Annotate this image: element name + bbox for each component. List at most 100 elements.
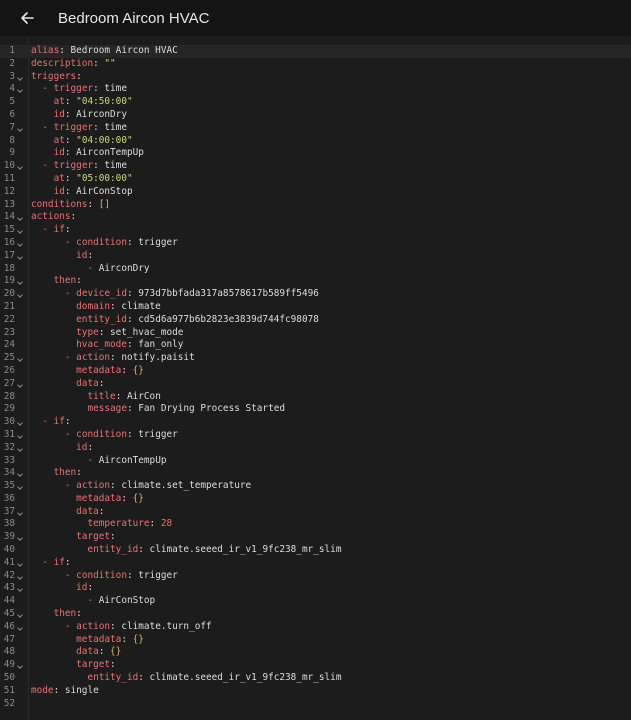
code-line[interactable]: 6 id: AirconDry (0, 109, 631, 122)
code-line[interactable]: 4 - trigger: time (0, 83, 631, 96)
back-button[interactable] (0, 0, 54, 36)
fold-chevron-icon[interactable] (17, 659, 26, 672)
code-line[interactable]: 18 - AirconDry (0, 263, 631, 276)
code-line[interactable]: 16 - condition: trigger (0, 237, 631, 250)
code-token: metadata (76, 364, 122, 376)
code-token: : (87, 441, 94, 453)
code-token: : fan_only (126, 339, 184, 351)
code-line[interactable]: 44 - AirConStop (0, 595, 631, 608)
code-line[interactable]: 21 domain: climate (0, 301, 631, 314)
code-line[interactable]: 9 id: AirconTempUp (0, 147, 631, 160)
code-line[interactable]: 26 metadata: {} (0, 365, 631, 378)
code-line[interactable]: 25 - action: notify.paisit (0, 352, 631, 365)
code-line[interactable]: 36 metadata: {} (0, 493, 631, 506)
code-token: temperature (87, 518, 150, 530)
code-token: : AirConStop (64, 185, 133, 197)
code-text: then: (31, 275, 82, 288)
code-line[interactable]: 22 entity_id: cd5d6a977b6b2823e3839d744f… (0, 314, 631, 327)
code-line[interactable]: 47 metadata: {} (0, 634, 631, 647)
code-line[interactable]: 31 - condition: trigger (0, 429, 631, 442)
code-line[interactable]: 34 then: (0, 467, 631, 480)
code-line[interactable]: 27 data: (0, 378, 631, 391)
code-token: title (87, 390, 116, 402)
code-token: AirconTempUp (98, 454, 167, 466)
code-line[interactable]: 50 entity_id: climate.seeed_ir_v1_9fc238… (0, 672, 631, 685)
code-line[interactable]: 49 target: (0, 659, 631, 672)
fold-chevron-icon[interactable] (17, 275, 26, 288)
code-line[interactable]: 19 then: (0, 275, 631, 288)
code-line[interactable]: 37 data: (0, 506, 631, 519)
code-line[interactable]: 48 data: {} (0, 646, 631, 659)
code-text: - condition: trigger (31, 237, 178, 250)
fold-chevron-icon[interactable] (17, 352, 26, 365)
code-line[interactable]: 46 - action: climate.turn_off (0, 621, 631, 634)
code-line[interactable]: 23 type: set_hvac_mode (0, 327, 631, 340)
fold-chevron-icon[interactable] (17, 378, 26, 391)
code-editor[interactable]: 1 alias: Bedroom Aircon HVAC 2 description:… (0, 36, 631, 720)
line-number: 38 (3, 518, 15, 530)
code-line[interactable]: 51 mode: single (0, 685, 631, 698)
code-line[interactable]: 29 message: Fan Drying Process Started (0, 403, 631, 416)
fold-chevron-icon[interactable] (17, 429, 26, 442)
code-token: if (53, 416, 65, 428)
fold-chevron-icon[interactable] (17, 122, 26, 135)
fold-chevron-icon[interactable] (17, 480, 26, 493)
code-line[interactable]: 14 actions: (0, 211, 631, 224)
fold-chevron-icon[interactable] (17, 506, 26, 519)
fold-chevron-icon[interactable] (17, 531, 26, 544)
fold-chevron-icon[interactable] (17, 557, 26, 570)
code-line[interactable]: 38 temperature: 28 (0, 518, 631, 531)
code-line[interactable]: 5 at: "04:50:00" (0, 96, 631, 109)
code-line[interactable]: 39 target: (0, 531, 631, 544)
fold-chevron-icon[interactable] (17, 467, 26, 480)
code-line[interactable]: 15 - if: (0, 224, 631, 237)
code-token: - (64, 620, 77, 632)
code-line[interactable]: 7 - trigger: time (0, 122, 631, 135)
code-token: : (98, 646, 111, 658)
code-line[interactable]: 35 - action: climate.set_temperature (0, 480, 631, 493)
code-line[interactable]: 28 title: AirCon (0, 391, 631, 404)
code-line[interactable]: 12 id: AirConStop (0, 186, 631, 199)
fold-chevron-icon[interactable] (17, 224, 26, 237)
fold-chevron-icon[interactable] (17, 416, 26, 429)
code-line[interactable]: 42 - condition: trigger (0, 570, 631, 583)
code-token: : trigger (126, 236, 178, 248)
fold-chevron-icon[interactable] (17, 237, 26, 250)
code-line[interactable]: 20 - device_id: 973d7bbfada317a8578617b5… (0, 288, 631, 301)
code-text: conditions: [] (31, 199, 110, 212)
code-line[interactable]: 1 alias: Bedroom Aircon HVAC (0, 45, 631, 58)
line-number: 41 (3, 556, 15, 568)
fold-chevron-icon[interactable] (17, 71, 26, 84)
code-line[interactable]: 33 - AirconTempUp (0, 455, 631, 468)
fold-chevron-icon[interactable] (17, 83, 26, 96)
code-line[interactable]: 40 entity_id: climate.seeed_ir_v1_9fc238… (0, 544, 631, 557)
fold-chevron-icon[interactable] (17, 211, 26, 224)
fold-chevron-icon[interactable] (17, 250, 26, 263)
code-line[interactable]: 24 hvac_mode: fan_only (0, 339, 631, 352)
code-line[interactable]: 2 description: "" (0, 58, 631, 71)
line-number: 35 (3, 480, 15, 492)
code-line[interactable]: 3 triggers: (0, 71, 631, 84)
code-line[interactable]: 45 then: (0, 608, 631, 621)
code-line[interactable]: 11 at: "05:00:00" (0, 173, 631, 186)
fold-chevron-icon[interactable] (17, 442, 26, 455)
fold-chevron-icon[interactable] (17, 582, 26, 595)
code-line[interactable]: 32 id: (0, 442, 631, 455)
fold-chevron-icon[interactable] (17, 608, 26, 621)
code-line[interactable]: 8 at: "04:00:00" (0, 135, 631, 148)
code-token: : (121, 633, 133, 645)
fold-chevron-icon[interactable] (17, 288, 26, 301)
code-line[interactable]: 10 - trigger: time (0, 160, 631, 173)
code-line[interactable]: 17 id: (0, 250, 631, 263)
code-line[interactable]: 52 (0, 698, 631, 711)
code-line[interactable]: 41 - if: (0, 557, 631, 570)
code-line[interactable]: 43 id: (0, 582, 631, 595)
fold-chevron-icon[interactable] (17, 621, 26, 634)
fold-chevron-icon[interactable] (17, 160, 26, 173)
code-line[interactable]: 13 conditions: [] (0, 199, 631, 212)
code-line[interactable]: 30 - if: (0, 416, 631, 429)
code-token: "04:50:00" (76, 96, 133, 108)
fold-chevron-icon[interactable] (17, 570, 26, 583)
code-token: : climate.seeed_ir_v1_9fc238_mr_slim (138, 544, 342, 556)
